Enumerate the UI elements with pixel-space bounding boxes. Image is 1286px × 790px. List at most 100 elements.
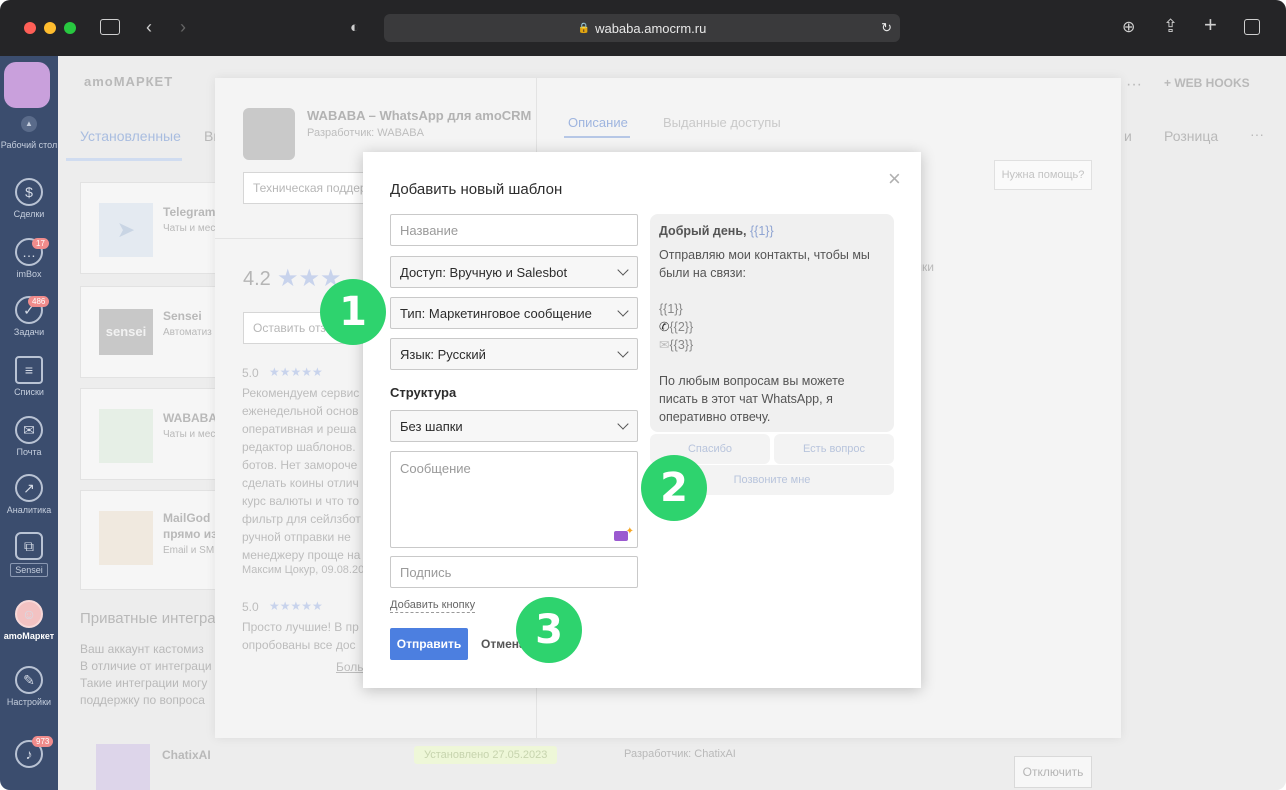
tab-description[interactable]: Описание: [568, 115, 628, 130]
annotation-3: 3: [516, 597, 582, 663]
sparkle-icon: ✦: [625, 526, 634, 537]
sidebar-item-tasks[interactable]: ✓ Задачи 486: [0, 296, 58, 337]
collapse-up-icon[interactable]: ▲: [21, 116, 37, 132]
new-tab-icon[interactable]: +: [1204, 14, 1217, 36]
sidebar-item-notifications[interactable]: ♪ 973: [0, 736, 58, 771]
more-reviews-link[interactable]: Боль: [336, 660, 364, 674]
tabs-more-icon[interactable]: ···: [1250, 126, 1264, 142]
app-card-wababa[interactable]: WABABA Чаты и мес: [80, 388, 220, 480]
header-select[interactable]: Без шапки: [390, 410, 638, 442]
shield-icon[interactable]: ◐: [350, 19, 359, 37]
structure-label: Структура: [390, 385, 457, 400]
tab-access[interactable]: Выданные доступы: [663, 115, 781, 130]
zoom-window-button[interactable]: [64, 22, 76, 34]
submit-button[interactable]: Отправить: [390, 628, 468, 660]
review-author: Максим Цокур, 09.08.20: [242, 564, 365, 576]
reload-icon[interactable]: ↻: [881, 20, 892, 36]
sidebar-toggle-icon[interactable]: [100, 19, 120, 35]
close-icon[interactable]: ×: [888, 166, 901, 192]
sensei-icon: ⧉: [15, 532, 43, 560]
minimize-window-button[interactable]: [44, 22, 56, 34]
wrench-icon: ✎: [15, 666, 43, 694]
private-line: Ваш аккаунт кастомиз: [80, 642, 204, 656]
app-name: WABABA: [163, 411, 217, 425]
address-bar[interactable]: 🔒 wababa.amocrm.ru ↻: [384, 14, 900, 42]
review-text: Рекомендуем сервис еженедельной основ опер…: [242, 386, 361, 562]
help-button[interactable]: Нужна помощь?: [994, 160, 1092, 190]
disable-button[interactable]: Отключить: [1014, 756, 1092, 788]
private-line: Такие интеграции могу: [80, 676, 208, 690]
forward-icon[interactable]: ›: [180, 18, 186, 36]
app-category: Чаты и мес: [163, 223, 216, 234]
account-avatar[interactable]: [4, 62, 50, 108]
chevron-down-icon: [617, 264, 629, 276]
chevron-down-icon: [617, 346, 629, 358]
sidebar-item-label: imBox: [16, 269, 42, 279]
app-title: WABABA – WhatsApp для amoCRM: [307, 108, 532, 123]
sidebar-item-deals[interactable]: $ Сделки: [0, 178, 58, 219]
access-select[interactable]: Доступ: Вручную и Salesbot: [390, 256, 638, 288]
preview-line: писать в этот чат WhatsApp, я: [659, 392, 833, 406]
sidebar-item-label: Сделки: [13, 209, 45, 219]
sidebar-item-imbox[interactable]: … imBox 17: [0, 238, 58, 279]
sidebar-item-amomarket[interactable]: ☺ amoМаркет: [0, 600, 58, 641]
sidebar-item-sensei[interactable]: ⧉ Sensei: [0, 532, 58, 577]
review-score: 5.0: [242, 366, 259, 380]
add-button-link[interactable]: Добавить кнопку: [390, 599, 476, 613]
header-value: Без шапки: [400, 418, 463, 434]
sidebar-item-mail[interactable]: ✉ Почта: [0, 416, 58, 457]
preview-var: {{1}}: [659, 302, 683, 316]
private-line: поддержку по вопроса: [80, 693, 205, 707]
mailgod-logo: [99, 511, 153, 565]
more-icon[interactable]: ···: [1126, 76, 1142, 94]
review-stars: ★★★★★: [269, 599, 323, 613]
app-card-telegram[interactable]: ➤ Telegram Чаты и мес: [80, 182, 220, 274]
preview-phone-row: ✆{{2}}: [659, 320, 694, 334]
tab-installed[interactable]: Установленные: [80, 128, 181, 144]
wababa-app-icon: [243, 108, 295, 160]
chevron-down-icon: [617, 305, 629, 317]
tab-underline: [66, 158, 182, 161]
telegram-icon: ➤: [99, 203, 153, 257]
preview-mail-row: ✉{{3}}: [659, 338, 694, 352]
language-value: Язык: Русский: [400, 346, 486, 362]
app-card-mailgod[interactable]: MailGod прямо из Email и SM: [80, 490, 220, 590]
access-value: Доступ: Вручную и Salesbot: [400, 264, 568, 280]
tab-retail[interactable]: Розница: [1164, 128, 1218, 144]
app-category: Чаты и мес: [163, 429, 216, 440]
type-select[interactable]: Тип: Маркетинговое сообщение: [390, 297, 638, 329]
installed-badge: Установлено 27.05.2023: [414, 746, 558, 764]
app-card-sensei[interactable]: sensei Sensei Автоматиз: [80, 286, 220, 378]
preview-button-question: Есть вопрос: [774, 434, 894, 464]
sidebar-item-dashboard[interactable]: Рабочий стол: [0, 140, 58, 150]
preview-line: оперативно отвечу.: [659, 410, 771, 424]
lock-icon: 🔒: [577, 22, 591, 34]
message-textarea[interactable]: Сообщение ✦: [390, 451, 638, 548]
preview-greeting: Добрый день, {{1}}: [659, 224, 774, 238]
close-window-button[interactable]: [24, 22, 36, 34]
sidebar-item-label: amoМаркет: [3, 631, 55, 641]
share-icon[interactable]: ⇪: [1163, 17, 1178, 35]
envelope-icon: ✉: [659, 338, 670, 352]
signature-input[interactable]: Подпись: [390, 556, 638, 588]
sidebar-item-analytics[interactable]: ↗ Аналитика: [0, 474, 58, 515]
name-input[interactable]: Название: [390, 214, 638, 246]
preview-line: были на связи:: [659, 266, 746, 280]
annotation-1: 1: [320, 279, 386, 345]
review-stars: ★★★★★: [269, 365, 323, 379]
tabs-overview-icon[interactable]: [1244, 19, 1260, 35]
sidebar-item-label: Аналитика: [6, 505, 52, 515]
download-icon[interactable]: ⊕: [1122, 19, 1135, 37]
rating-value: 4.2: [243, 268, 271, 290]
sidebar-item-label: Рабочий стол: [0, 140, 58, 150]
sidebar-item-label: Почта: [16, 447, 42, 457]
sidebar-item-settings[interactable]: ✎ Настройки: [0, 666, 58, 707]
language-select[interactable]: Язык: Русский: [390, 338, 638, 370]
back-icon[interactable]: ‹: [146, 18, 152, 36]
sidebar-item-label: Задачи: [13, 327, 45, 337]
sidebar-item-lists[interactable]: ≡ Списки: [0, 356, 58, 397]
webhooks-button[interactable]: + WEB HOOKS: [1164, 76, 1250, 90]
browser-window: ‹ › ◐ 🔒 wababa.amocrm.ru ↻ ⊕ ⇪ + ▲ Рабоч…: [0, 0, 1286, 790]
phone-icon: ✆: [659, 320, 670, 334]
tab-i[interactable]: и: [1124, 128, 1132, 144]
